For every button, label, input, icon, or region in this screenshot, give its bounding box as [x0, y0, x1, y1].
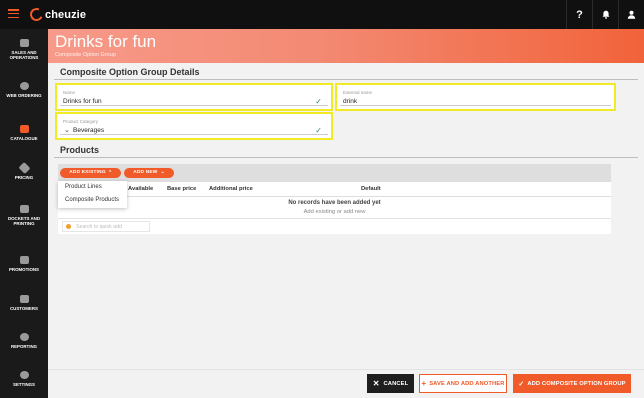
divider — [54, 79, 638, 80]
logo-mark — [28, 6, 45, 23]
external-name-field[interactable]: External name drink — [335, 83, 616, 111]
check-icon: ✓ — [315, 97, 322, 106]
add-new-button[interactable]: ADD NEW ⌄ — [124, 167, 174, 178]
dropdown-item-product-lines[interactable]: Product Lines — [58, 181, 127, 194]
printer-icon — [19, 205, 29, 213]
add-existing-button[interactable]: ADD EXISTING ^ — [60, 167, 121, 178]
page-header: Drinks for fun Composite Option Group — [48, 29, 644, 63]
column-available[interactable]: Available — [128, 186, 153, 192]
divider — [58, 218, 611, 219]
sidebar-item-label: CATALOGUE — [10, 136, 38, 141]
tag-icon — [17, 161, 31, 175]
column-default[interactable]: Default — [361, 186, 381, 192]
sidebar-item-pricing[interactable]: PRICING — [0, 161, 48, 180]
sidebar-item-label: SALES AND OPERATIONS — [9, 50, 39, 60]
sidebar: SALES AND OPERATIONS WEB ORDERING CATALO… — [0, 29, 48, 398]
section-title-products: Products — [60, 145, 100, 155]
sidebar-item-settings[interactable]: SETTINGS — [0, 371, 48, 387]
sidebar-item-label: PROMOTIONS — [8, 267, 39, 272]
people-icon — [19, 295, 29, 303]
sidebar-item-dockets-and-printing[interactable]: DOCKETS AND PRINTING — [0, 205, 48, 226]
gear-icon — [19, 371, 29, 379]
sidebar-item-promotions[interactable]: PROMOTIONS — [0, 256, 48, 272]
page-subtitle: Composite Option Group — [55, 52, 116, 58]
bell-icon — [602, 10, 609, 19]
add-composite-option-group-button[interactable]: ✓ ADD COMPOSITE OPTION GROUP — [513, 374, 631, 393]
empty-state-hint: Add existing or add new — [303, 209, 366, 215]
chevron-down-icon[interactable]: ⌄ — [64, 126, 70, 134]
product-category-select[interactable]: Product Category ⌄ Beverages ✓ — [55, 112, 333, 140]
sidebar-item-label: SETTINGS — [13, 382, 35, 387]
empty-state-title: No records have been added yet — [288, 200, 381, 206]
check-icon: ✓ — [315, 126, 322, 135]
help-icon: ? — [576, 8, 583, 21]
sidebar-item-label: DOCKETS AND PRINTING — [7, 216, 41, 226]
name-label: Name — [63, 90, 76, 95]
product-category-label: Product Category — [63, 119, 99, 124]
menu-icon[interactable] — [8, 9, 19, 19]
products-table: Available Base price Additional price De… — [58, 182, 611, 234]
chevron-down-icon: ⌄ — [160, 170, 165, 175]
external-name-label: External name — [343, 90, 373, 95]
sidebar-item-reporting[interactable]: REPORTING — [0, 333, 48, 349]
add-new-label: ADD NEW — [133, 170, 158, 175]
sidebar-item-label: CUSTOMERS — [10, 306, 38, 311]
sidebar-item-customers[interactable]: CUSTOMERS — [0, 295, 48, 311]
sidebar-item-sales-and-operations[interactable]: SALES AND OPERATIONS — [0, 39, 48, 60]
quick-add-search-input[interactable]: Search to quick add — [62, 221, 150, 232]
globe-icon — [19, 82, 29, 90]
page-title: Drinks for fun — [55, 32, 157, 51]
megaphone-icon — [19, 256, 29, 264]
pie-icon — [19, 333, 29, 341]
add-existing-dropdown: Product Lines Composite Products — [58, 181, 127, 208]
save-and-add-another-label: SAVE AND ADD ANOTHER — [429, 380, 505, 387]
name-value[interactable]: Drinks for fun — [63, 98, 102, 105]
save-and-add-another-button[interactable]: + SAVE AND ADD ANOTHER — [419, 374, 507, 393]
sidebar-item-catalogue[interactable]: CATALOGUE — [0, 125, 48, 141]
search-placeholder: Search to quick add — [76, 223, 122, 230]
section-title-details: Composite Option Group Details — [60, 67, 200, 77]
sidebar-item-label: REPORTING — [10, 344, 38, 349]
user-menu-button[interactable] — [618, 0, 644, 29]
sidebar-item-label: WEB ORDERING — [6, 93, 42, 98]
logo[interactable]: cheuzie — [28, 6, 87, 23]
logo-text: cheuzie — [45, 8, 87, 21]
chart-icon — [19, 39, 29, 47]
chevron-up-icon: ^ — [108, 170, 112, 175]
cancel-label: CANCEL — [383, 380, 409, 387]
column-base-price[interactable]: Base price — [167, 186, 196, 192]
external-name-value[interactable]: drink — [343, 98, 357, 105]
add-existing-label: ADD EXISTING — [69, 170, 106, 175]
product-category-value[interactable]: Beverages — [73, 127, 104, 134]
sidebar-item-web-ordering[interactable]: WEB ORDERING — [0, 82, 48, 98]
cancel-button[interactable]: ✕ CANCEL — [367, 374, 414, 393]
top-bar: cheuzie ? — [0, 0, 644, 29]
close-icon: ✕ — [372, 379, 380, 388]
products-toolbar: ADD EXISTING ^ ADD NEW ⌄ — [58, 164, 611, 182]
help-button[interactable]: ? — [566, 0, 592, 29]
column-additional-price[interactable]: Additional price — [209, 186, 253, 192]
divider — [58, 196, 611, 197]
plus-icon: + — [421, 379, 427, 388]
book-icon — [19, 125, 29, 133]
add-composite-option-group-label: ADD COMPOSITE OPTION GROUP — [527, 380, 626, 387]
dropdown-item-composite-products[interactable]: Composite Products — [58, 194, 127, 207]
rss-icon — [66, 224, 71, 229]
name-field[interactable]: Name Drinks for fun ✓ — [55, 83, 333, 111]
sidebar-item-label: PRICING — [14, 175, 34, 180]
divider — [54, 157, 638, 158]
check-icon: ✓ — [518, 380, 525, 388]
notifications-button[interactable] — [592, 0, 618, 29]
user-icon — [627, 10, 636, 19]
